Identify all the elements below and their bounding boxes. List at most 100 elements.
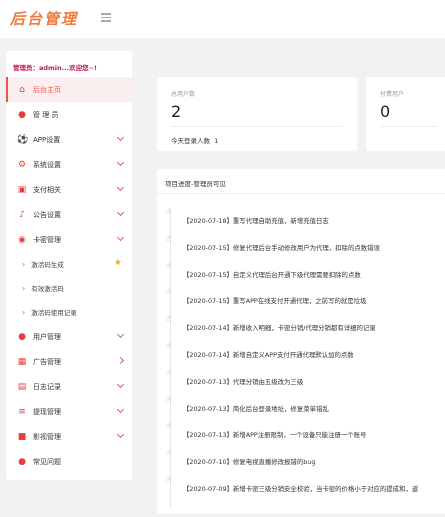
progress-entry-text: 【2020-07-15】重写APP在线支付开通代理，之前写的就是垃圾 (183, 297, 367, 306)
video-icon: ■ (17, 431, 27, 442)
progress-title: 项目进度-管理员可见 (165, 180, 226, 188)
sidebar-item-logs[interactable]: ▤ 日志记录 (6, 374, 132, 399)
chevron-right-icon (116, 356, 125, 365)
sidebar-item-card-keys[interactable]: ◉ 卡密管理 (6, 227, 132, 252)
sidebar-subitem-code-usage[interactable]: › 激活码使用记录 (6, 300, 132, 324)
progress-entry: ☝ 【2020-07-10】修复电视直播修改报错的bug (166, 447, 445, 473)
chevron-down-icon (116, 430, 125, 439)
sidebar-item-home[interactable]: ⌂ 后台主页 (6, 77, 132, 102)
chevron-right-icon: › (22, 307, 26, 317)
sidebar-item-label: 后台主页 (33, 85, 61, 94)
users-icon: ● (18, 331, 26, 342)
sidebar-item-faq[interactable]: ● 常见问题 (6, 449, 132, 474)
globe-icon: ◉ (18, 234, 26, 245)
progress-entry: ☝ 【2020-07-15】重写APP在线支付开通代理，之前写的就是垃圾 (166, 286, 445, 312)
list-icon: ≡ (18, 406, 26, 417)
thumbs-up-icon: ☝ (166, 207, 171, 216)
thumbs-up-icon: ☝ (166, 421, 171, 431)
progress-entry: ☝ 【2020-07-09】新增卡密三级分销安全校验，当卡密的价格小于对应的提成和… (166, 474, 445, 500)
sidebar-item-label: 公告设置 (33, 210, 61, 219)
sidebar-item-video[interactable]: ■ 影视管理 (6, 424, 132, 449)
paid-users-label: 付费用户 (380, 91, 405, 98)
progress-entry: ☝ 【2020-07-15】修复代理后台手动修改用户为代理，扣除的点数错误 (166, 233, 445, 259)
progress-entry: ☝ 【2020-07-15】自定义代理后台开通下级代理需要扣除的点数 (166, 260, 445, 286)
top-bar: 后台管理 (0, 0, 445, 38)
total-users-value: 2 (171, 102, 182, 121)
chevron-right-icon: › (22, 259, 26, 269)
sidebar-subitem-label: 有效激活码 (31, 285, 64, 293)
sidebar-item-users[interactable]: ● 用户管理 (6, 324, 132, 349)
cogs-icon: ⚙ (17, 159, 27, 170)
progress-entry: ☝ 【2020-07-14】新增自定义APP支付开通代理默认加的点数 (166, 340, 445, 366)
sidebar-item-label: 广告管理 (33, 357, 61, 366)
progress-entry-text: 【2020-07-13】新增APP注册限制，一个设备只能注册一个账号 (183, 431, 367, 440)
sidebar-item-payment[interactable]: ▣ 支付相关 (6, 177, 132, 202)
progress-entry-text: 【2020-07-15】自定义代理后台开通下级代理需要扣除的点数 (183, 270, 361, 279)
user-icon: ● (18, 109, 26, 120)
sidebar-item-admin[interactable]: ● 管 理 员 (6, 102, 132, 127)
progress-entry-text: 【2020-07-15】修复代理后台手动修改用户为代理，扣除的点数错误 (183, 243, 380, 252)
chevron-down-icon (116, 133, 125, 142)
chevron-right-icon: › (22, 283, 26, 293)
app-logo[interactable]: 后台管理 (10, 8, 78, 29)
progress-entry-text: 【2020-07-09】新增卡密三级分销安全校验，当卡密的价格小于对应的提成和，… (183, 485, 419, 493)
sidebar-item-app-settings[interactable]: ⚽ APP设置 (6, 127, 132, 152)
star-icon: ★ (113, 258, 122, 268)
chevron-down-icon (116, 380, 125, 389)
chevron-down-icon (116, 183, 125, 192)
chevron-down-icon (116, 405, 125, 414)
progress-panel: 项目进度-管理员可见 ☝ 【2020-07-18】重写代理自助充值，新增充值日志 ☝… (157, 169, 445, 514)
sidebar-item-withdraw[interactable]: ≡ 提现管理 (6, 399, 132, 424)
sidebar-subitem-generate-code[interactable]: › 激活码生成 ★ (6, 252, 132, 276)
today-login: 今天登录人数 1 (171, 135, 218, 145)
total-users-label: 总用户数 (171, 91, 196, 98)
today-login-label: 今天登录人数 (171, 137, 210, 145)
sidebar-item-label: 支付相关 (33, 185, 61, 194)
sidebar-item-label: 常见问题 (33, 457, 61, 466)
sidebar-item-ads[interactable]: ▦ 广告管理 (6, 349, 132, 374)
table-icon: ▦ (17, 356, 27, 367)
sidebar-item-label: 日志记录 (33, 382, 61, 391)
progress-entry-text: 【2020-07-14】新增自定义APP支付开通代理默认加的点数 (183, 351, 354, 359)
sidebar-item-label: 卡密管理 (33, 235, 61, 244)
home-icon: ⌂ (19, 84, 25, 95)
progress-entry-text: 【2020-07-18】重写代理自助充值，新增充值日志 (183, 217, 329, 225)
chevron-down-icon (116, 233, 125, 242)
chevron-down-icon (116, 158, 125, 167)
paid-users-card: 付费用户 0 (366, 77, 445, 151)
print-icon: ▤ (17, 381, 27, 392)
sidebar-subitem-label: 激活码生成 (31, 261, 64, 269)
card-divider (380, 126, 437, 127)
sidebar-item-label: 系统设置 (33, 160, 61, 169)
chevron-down-icon (116, 208, 125, 217)
thumbs-up-icon: ☝ (166, 394, 171, 404)
sidebar-item-label: 影视管理 (33, 432, 61, 441)
chevron-down-icon (116, 330, 125, 339)
sidebar-item-label: 提现管理 (33, 407, 61, 416)
sidebar-nav: ⌂ 后台主页 ● 管 理 员 ⚽ APP设置 ⚙ 系统设置 ▣ 支付相关 ♪ 公… (6, 77, 132, 474)
thumbs-up-icon: ☝ (166, 260, 171, 270)
thumbs-up-icon: ☝ (166, 367, 171, 377)
progress-entry: ☝ 【2020-07-13】简化后台登录地址，修复菜单错乱 (166, 394, 445, 420)
progress-entry: ☝ 【2020-07-13】新增APP注册限制，一个设备只能注册一个账号 (166, 420, 445, 446)
menu-toggle-icon[interactable] (101, 13, 111, 22)
football-icon: ⚽ (17, 134, 29, 145)
total-users-card: 总用户数 2 今天登录人数 1 (157, 77, 357, 151)
progress-entry-text: 【2020-07-14】新增收入明细，卡密分销/代理分销都有详细的记录 (183, 324, 376, 333)
sidebar-item-label: APP设置 (33, 135, 61, 144)
sidebar-subitem-valid-codes[interactable]: › 有效激活码 (6, 276, 132, 300)
progress-entry-text: 【2020-07-13】简化后台登录地址，修复菜单错乱 (183, 404, 329, 413)
progress-entry: ☝ 【2020-07-18】重写代理自助充值，新增充值日志 (166, 206, 445, 232)
sidebar-item-label: 管 理 员 (33, 110, 59, 119)
bell-icon: ♪ (19, 209, 25, 220)
thumbs-up-icon: ☝ (166, 233, 171, 243)
progress-entry: ☝ 【2020-07-13】代理分销由五级改为三级 (166, 367, 445, 393)
sidebar: 管理员：admin...欢迎您~! ⌂ 后台主页 ● 管 理 员 ⚽ APP设置… (6, 51, 132, 480)
card-divider (171, 126, 343, 127)
money-icon: ▣ (17, 184, 27, 195)
progress-entry-text: 【2020-07-13】代理分销由五级改为三级 (183, 377, 304, 386)
progress-entry: ☝ 【2020-07-14】新增收入明细，卡密分销/代理分销都有详细的记录 (166, 313, 445, 339)
sidebar-item-system-settings[interactable]: ⚙ 系统设置 (6, 152, 132, 177)
thumbs-up-icon: ☝ (166, 341, 171, 350)
sidebar-item-announcement[interactable]: ♪ 公告设置 (6, 202, 132, 227)
